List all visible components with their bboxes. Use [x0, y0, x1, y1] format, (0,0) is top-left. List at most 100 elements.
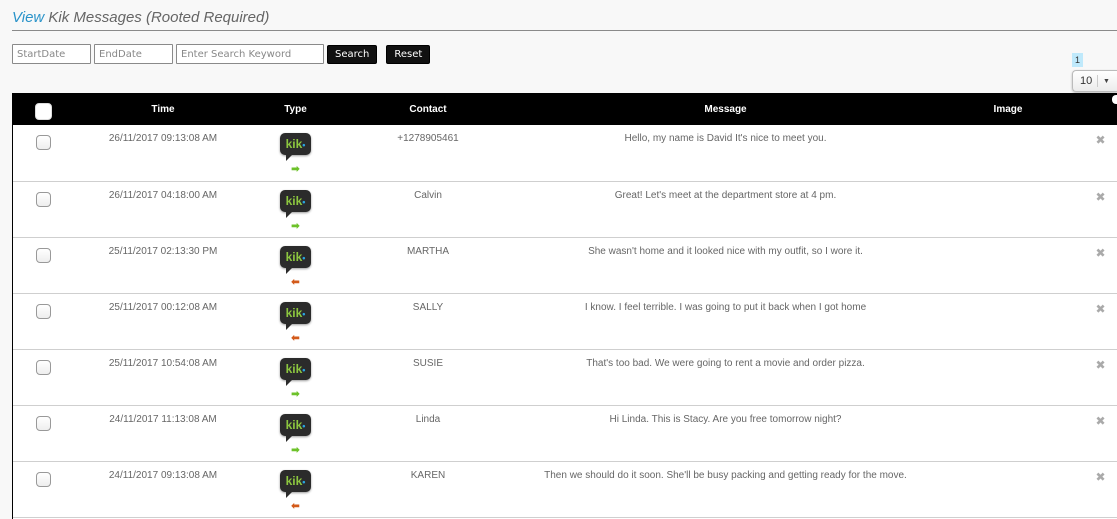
- message-time: 25/11/2017 00:12:08 AM: [108, 301, 218, 313]
- page-title-text: Kik Messages (Rooted Required): [44, 9, 270, 26]
- delete-icon[interactable]: ✖: [1083, 293, 1117, 349]
- message-text: Hi Linda. This is Stacy. Are you free to…: [609, 413, 842, 425]
- message-text: That's too bad. We were going to rent a …: [586, 357, 865, 369]
- message-contact: Calvin: [414, 189, 442, 201]
- delete-icon[interactable]: ✖: [1083, 125, 1117, 181]
- incoming-arrow-icon: ⬅: [291, 500, 300, 512]
- outgoing-arrow-icon: ➡: [291, 164, 300, 175]
- message-time: 24/11/2017 11:13:08 AM: [109, 413, 217, 425]
- header-image: Image: [993, 103, 1023, 115]
- table-row: 25/11/2017 02:13:30 PM kik• ⬅ MARTHA She…: [13, 237, 1117, 293]
- message-contact: SALLY: [412, 301, 444, 313]
- kik-logo-icon: kik•: [280, 301, 311, 330]
- message-time: 26/11/2017 04:18:00 AM: [108, 189, 218, 201]
- outgoing-arrow-icon: ➡: [291, 444, 300, 456]
- message-text: Great! Let's meet at the department stor…: [614, 189, 837, 201]
- message-text: Hello, my name is David It's nice to mee…: [624, 133, 827, 144]
- message-contact: MARTHA: [406, 245, 450, 257]
- messages-table: Time Type Contact Message Image 26/11/20…: [13, 93, 1117, 518]
- message-type: kik• ⬅: [253, 237, 338, 293]
- row-checkbox[interactable]: [35, 135, 51, 150]
- incoming-arrow-icon: ⬅: [291, 276, 300, 288]
- kik-logo-icon: kik•: [280, 413, 311, 442]
- message-time: 25/11/2017 10:54:08 AM: [108, 357, 218, 369]
- chevron-down-icon: ▼: [1103, 77, 1110, 85]
- message-text: I know. I feel terrible. I was going to …: [584, 301, 867, 313]
- message-type: kik• ⬅: [253, 293, 338, 349]
- message-type: kik• ➡: [253, 405, 338, 461]
- row-select-cell: [13, 237, 73, 293]
- header-contact: Contact: [409, 103, 447, 115]
- table-row: 25/11/2017 00:12:08 AM kik• ⬅ SALLY I kn…: [13, 293, 1117, 349]
- search-button[interactable]: Search: [327, 44, 378, 64]
- message-type: kik• ➡: [253, 125, 338, 181]
- delete-icon[interactable]: ✖: [1083, 405, 1117, 461]
- search-keyword-input[interactable]: [176, 44, 324, 64]
- select-all-checkbox[interactable]: [34, 103, 52, 120]
- kik-logo-icon: kik•: [280, 469, 311, 498]
- message-text: Then we should do it soon. She'll be bus…: [544, 469, 907, 481]
- row-checkbox[interactable]: [35, 359, 51, 375]
- message-text: She wasn't home and it looked nice with …: [588, 245, 863, 257]
- kik-logo-icon: kik•: [280, 189, 311, 218]
- table-header-row: Time Type Contact Message Image: [13, 93, 1117, 125]
- row-checkbox[interactable]: [35, 303, 51, 319]
- table-row: 24/11/2017 11:13:08 AM kik• ➡ Linda Hi L…: [13, 405, 1117, 461]
- message-image: [933, 237, 1083, 293]
- row-select-cell: [13, 181, 73, 237]
- header-time: Time: [151, 103, 175, 115]
- filter-bar: Search Reset: [12, 44, 431, 64]
- message-contact: SUSIE: [412, 357, 443, 369]
- message-image: [933, 125, 1083, 181]
- kik-logo-icon: kik•: [280, 133, 311, 161]
- delete-icon[interactable]: ✖: [1083, 181, 1117, 237]
- mouse-cursor: [1112, 95, 1117, 104]
- message-time: 24/11/2017 09:13:08 AM: [108, 469, 218, 481]
- message-time: 26/11/2017 09:13:08 AM: [108, 133, 218, 144]
- kik-logo-icon: kik•: [280, 357, 311, 386]
- delete-icon[interactable]: ✖: [1083, 349, 1117, 405]
- message-type: kik• ⬅: [253, 461, 338, 517]
- header-select-all[interactable]: [13, 93, 73, 125]
- message-image: [933, 181, 1083, 237]
- page-size-value: 10: [1073, 75, 1098, 87]
- row-select-cell: [13, 349, 73, 405]
- message-image: [933, 461, 1083, 517]
- row-checkbox[interactable]: [35, 191, 51, 207]
- message-contact: KAREN: [410, 469, 446, 481]
- messages-table-container: Time Type Contact Message Image 26/11/20…: [12, 93, 1117, 519]
- message-type: kik• ➡: [253, 181, 338, 237]
- row-select-cell: [13, 405, 73, 461]
- row-select-cell: [13, 293, 73, 349]
- table-row: 24/11/2017 09:13:08 AM kik• ⬅ KAREN Then…: [13, 461, 1117, 517]
- start-date-input[interactable]: [12, 44, 91, 64]
- kik-logo-icon: kik•: [280, 245, 311, 274]
- message-time: 25/11/2017 02:13:30 PM: [108, 245, 218, 257]
- page-title-accent: View: [12, 9, 45, 26]
- message-contact: +1278905461: [397, 133, 459, 144]
- outgoing-arrow-icon: ➡: [291, 220, 300, 232]
- row-checkbox[interactable]: [35, 415, 51, 431]
- row-select-cell: [13, 461, 73, 517]
- incoming-arrow-icon: ⬅: [291, 332, 300, 344]
- header-message: Message: [704, 103, 747, 115]
- row-select-cell: [13, 125, 73, 181]
- table-row: 26/11/2017 04:18:00 AM kik• ➡ Calvin Gre…: [13, 181, 1117, 237]
- end-date-input[interactable]: [94, 44, 173, 64]
- reset-button[interactable]: Reset: [386, 44, 431, 64]
- message-image: [933, 293, 1083, 349]
- table-row: 26/11/2017 09:13:08 AM kik• ➡ +127890546…: [13, 125, 1117, 181]
- page-title: View Kik Messages (Rooted Required): [12, 6, 1117, 31]
- delete-icon[interactable]: ✖: [1083, 461, 1117, 517]
- row-checkbox[interactable]: [35, 247, 51, 263]
- message-contact: Linda: [415, 413, 441, 425]
- header-type: Type: [284, 103, 307, 115]
- message-type: kik• ➡: [253, 349, 338, 405]
- message-image: [933, 349, 1083, 405]
- page-size-select[interactable]: 10 ▼: [1072, 70, 1117, 92]
- delete-icon[interactable]: ✖: [1083, 237, 1117, 293]
- message-image: [933, 405, 1083, 461]
- table-row: 25/11/2017 10:54:08 AM kik• ➡ SUSIE That…: [13, 349, 1117, 405]
- pagination-page-1[interactable]: 1: [1072, 53, 1083, 67]
- row-checkbox[interactable]: [35, 471, 51, 487]
